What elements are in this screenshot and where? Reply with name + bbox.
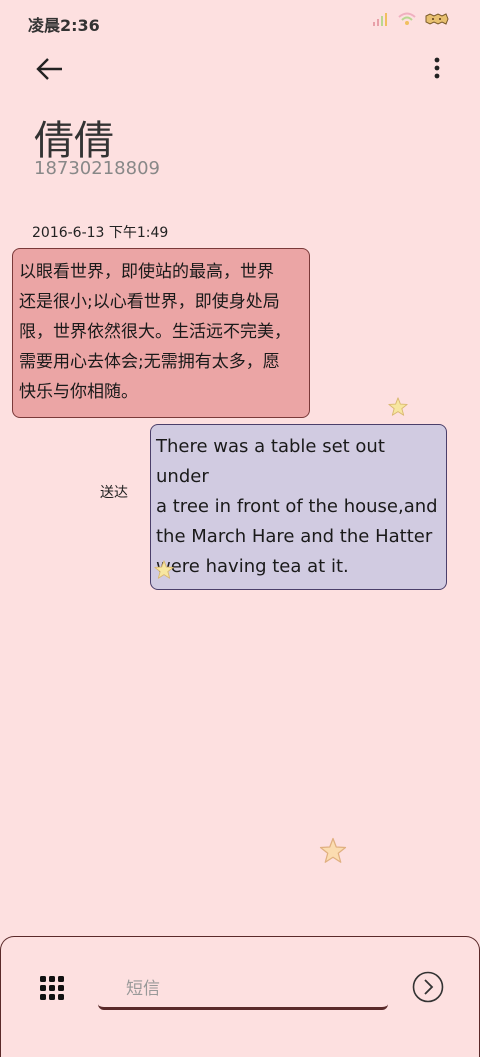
arrow-left-icon[interactable] xyxy=(34,54,66,84)
star-decoration-icon xyxy=(388,397,408,416)
star-decoration-icon xyxy=(154,560,174,579)
battery-icon xyxy=(425,13,449,25)
message-line: 以眼看世界，即使站的最高，世界 xyxy=(19,262,274,282)
wifi-icon xyxy=(398,12,416,25)
message-line: the March Hare and the Hatter xyxy=(156,526,433,547)
delivery-status: 送达 xyxy=(100,485,128,501)
send-arrow-icon[interactable] xyxy=(412,971,444,1003)
message-line: There was a table set out under xyxy=(156,436,385,487)
message-line: 需要用心去体会;无需拥有太多，愿 xyxy=(19,352,280,372)
more-vertical-icon[interactable] xyxy=(432,56,442,82)
status-icons xyxy=(372,12,450,26)
signal-icon xyxy=(373,13,387,26)
message-line: 快乐与你相随。 xyxy=(19,382,138,402)
star-decoration-icon xyxy=(319,837,347,863)
message-timestamp: 2016-6-13 下午1:49 xyxy=(32,225,169,241)
message-line: a tree in front of the house,and xyxy=(156,496,438,517)
contact-number: 18730218809 xyxy=(34,158,160,179)
grid-icon[interactable] xyxy=(40,976,64,1000)
outgoing-message-bubble[interactable]: There was a table set out under a tree i… xyxy=(150,424,447,590)
incoming-message-bubble[interactable]: 以眼看世界，即使站的最高，世界 还是很小;以心看世界，即使身处局 限，世界依然很… xyxy=(12,248,310,418)
message-line: were having tea at it. xyxy=(156,556,349,577)
status-time: 凌晨2:36 xyxy=(28,16,100,35)
message-line: 限，世界依然很大。生活远不完美， xyxy=(19,322,291,342)
sms-input[interactable] xyxy=(98,970,388,1010)
message-line: 还是很小;以心看世界，即使身处局 xyxy=(19,292,280,312)
